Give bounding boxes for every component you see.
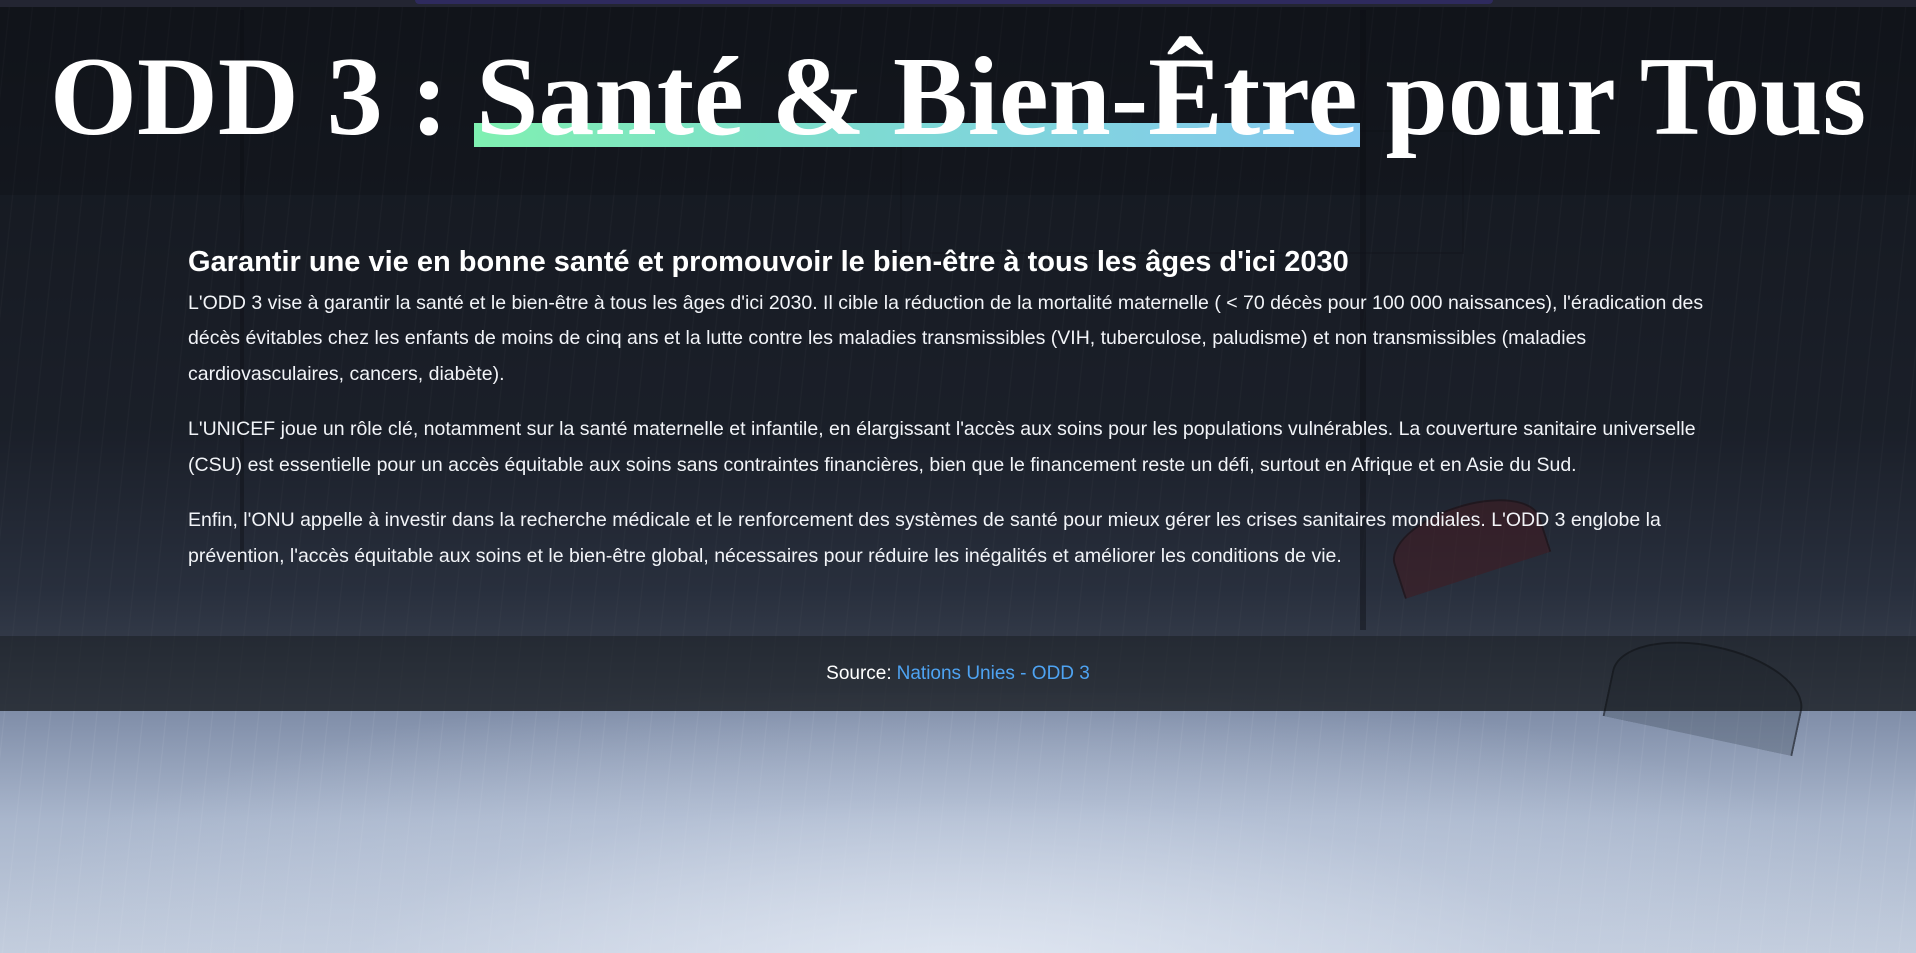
page-title-suffix: pour Tous [1357, 35, 1867, 159]
paragraph-unicef: L'UNICEF joue un rôle clé, notamment sur… [188, 418, 1696, 476]
page-title: ODD 3 : Santé & Bien-Être pour Tous [50, 41, 1866, 153]
section-heading: Garantir une vie en bonne santé et promo… [188, 246, 1349, 278]
top-strip-accent [415, 0, 1493, 4]
source-label: Source: [826, 662, 892, 684]
page-title-highlight-text: Santé & Bien-Être [476, 35, 1358, 159]
paragraph-intro: L'ODD 3 vise à garantir la santé et le b… [188, 291, 1704, 385]
top-strip [0, 0, 1916, 7]
content-section: Garantir une vie en bonne santé et promo… [0, 195, 1916, 636]
paragraph-onu: Enfin, l'ONU appelle à investir dans la … [188, 509, 1661, 567]
page-title-prefix: ODD 3 : [49, 35, 477, 159]
hero-banner: ODD 3 : Santé & Bien-Être pour Tous [0, 7, 1916, 195]
source-link[interactable]: Nations Unies - ODD 3 [897, 663, 1090, 685]
content-body: Garantir une vie en bonne santé et promo… [188, 245, 1728, 594]
page-title-highlight: Santé & Bien-Être [474, 41, 1360, 153]
background-mist [0, 693, 1916, 953]
footer: Source: Nations Unies - ODD 3 [0, 636, 1916, 711]
